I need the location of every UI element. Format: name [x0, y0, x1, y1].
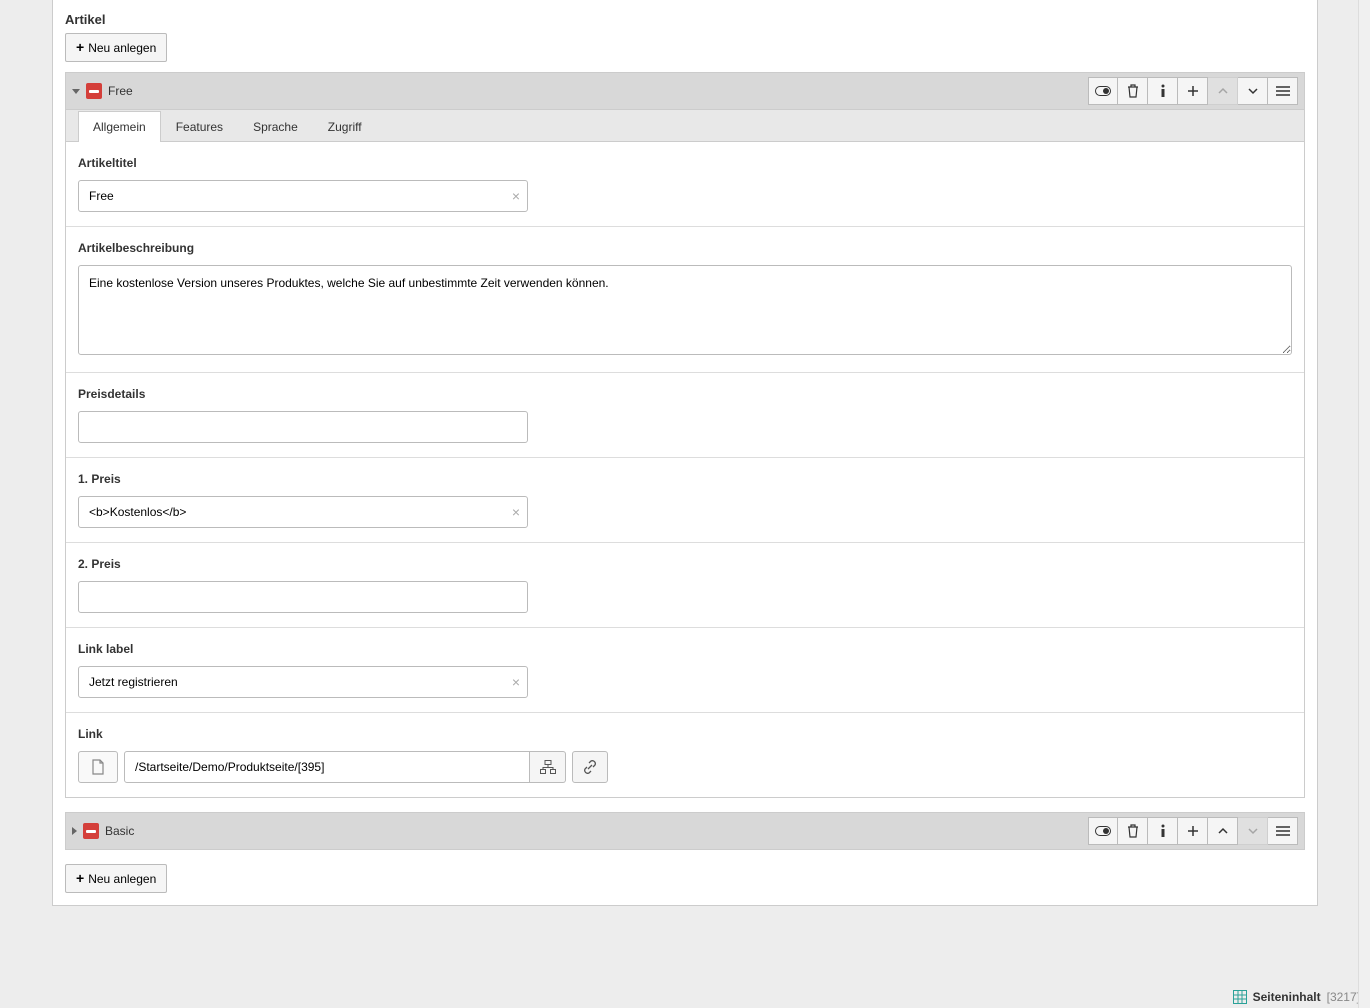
info-icon: [1160, 84, 1166, 98]
new-button-label: Neu anlegen: [88, 41, 156, 55]
plus-icon: [1187, 85, 1199, 97]
chevron-up-icon: [1218, 827, 1228, 835]
input-link[interactable]: [124, 751, 530, 783]
grid-icon: [1233, 990, 1247, 1004]
clear-icon[interactable]: ×: [512, 504, 520, 520]
link-external-button[interactable]: [572, 751, 608, 783]
input-price1[interactable]: [78, 496, 528, 528]
field-link-label: Link label ×: [66, 628, 1304, 713]
sitemap-icon: [540, 760, 556, 774]
new-article-button-top[interactable]: Neu anlegen: [65, 33, 167, 62]
footer-bar: Seiteninhalt [3217]: [1223, 986, 1370, 1008]
field-title: Artikeltitel ×: [66, 142, 1304, 227]
chevron-up-icon: [1218, 87, 1228, 95]
label-link-label: Link label: [78, 642, 1292, 656]
link-icon: [583, 760, 597, 774]
tab-features[interactable]: Features: [161, 111, 238, 142]
plus-icon: [76, 871, 84, 886]
tab-general[interactable]: Allgemein: [78, 111, 161, 142]
module-badge-icon: [86, 83, 102, 99]
menu-icon: [1276, 86, 1290, 96]
menu-button[interactable]: [1268, 817, 1298, 845]
delete-button[interactable]: [1118, 817, 1148, 845]
label-price1: 1. Preis: [78, 472, 1292, 486]
menu-button[interactable]: [1268, 77, 1298, 105]
move-down-button[interactable]: [1238, 77, 1268, 105]
footer-id: [3217]: [1327, 990, 1360, 1004]
panel-title: Basic: [105, 824, 134, 838]
field-price2: 2. Preis: [66, 543, 1304, 628]
toggle-visibility-button[interactable]: [1088, 817, 1118, 845]
footer-label: Seiteninhalt: [1253, 990, 1321, 1004]
clear-icon[interactable]: ×: [512, 674, 520, 690]
collapse-caret-icon[interactable]: [72, 89, 80, 94]
info-button[interactable]: [1148, 77, 1178, 105]
tabs: Allgemein Features Sprache Zugriff: [66, 110, 1304, 142]
new-article-button-bottom[interactable]: Neu anlegen: [65, 864, 167, 893]
chevron-down-icon: [1248, 827, 1258, 835]
new-button-label: Neu anlegen: [88, 872, 156, 886]
label-link: Link: [78, 727, 1292, 741]
panel-actions: [1088, 817, 1298, 845]
expand-caret-icon[interactable]: [72, 827, 77, 835]
form-body: Artikeltitel × Artikelbeschreibung Preis…: [66, 142, 1304, 797]
label-title: Artikeltitel: [78, 156, 1292, 170]
panel-actions: [1088, 77, 1298, 105]
info-icon: [1160, 824, 1166, 838]
article-panel-free: Free: [65, 72, 1305, 798]
toggle-icon: [1095, 86, 1111, 96]
field-description: Artikelbeschreibung: [66, 227, 1304, 373]
menu-icon: [1276, 826, 1290, 836]
trash-icon: [1127, 84, 1139, 98]
move-up-button[interactable]: [1208, 77, 1238, 105]
move-up-button[interactable]: [1208, 817, 1238, 845]
panel-title: Free: [108, 84, 133, 98]
panel-header: Free: [66, 73, 1304, 110]
toggle-visibility-button[interactable]: [1088, 77, 1118, 105]
field-price-details: Preisdetails: [66, 373, 1304, 458]
add-button[interactable]: [1178, 817, 1208, 845]
plus-icon: [76, 40, 84, 55]
add-button[interactable]: [1178, 77, 1208, 105]
section-heading: Artikel: [65, 12, 1305, 27]
input-title[interactable]: [78, 180, 528, 212]
scrollbar[interactable]: [1358, 0, 1370, 1008]
textarea-description[interactable]: [78, 265, 1292, 355]
article-panel-basic: Basic: [65, 812, 1305, 850]
clear-icon[interactable]: ×: [512, 188, 520, 204]
label-price2: 2. Preis: [78, 557, 1292, 571]
toggle-icon: [1095, 826, 1111, 836]
input-link-label[interactable]: [78, 666, 528, 698]
tab-language[interactable]: Sprache: [238, 111, 313, 142]
link-type-indicator[interactable]: [78, 751, 118, 783]
content-area: Artikel Neu anlegen Free: [52, 0, 1318, 906]
tab-access[interactable]: Zugriff: [313, 111, 377, 142]
link-picker-button[interactable]: [530, 751, 566, 783]
move-down-button[interactable]: [1238, 817, 1268, 845]
info-button[interactable]: [1148, 817, 1178, 845]
panel-header-left: Free: [72, 83, 133, 99]
plus-icon: [1187, 825, 1199, 837]
trash-icon: [1127, 824, 1139, 838]
delete-button[interactable]: [1118, 77, 1148, 105]
panel-header: Basic: [66, 813, 1304, 849]
label-description: Artikelbeschreibung: [78, 241, 1292, 255]
field-price1: 1. Preis ×: [66, 458, 1304, 543]
field-link: Link: [66, 713, 1304, 797]
module-badge-icon: [83, 823, 99, 839]
input-price-details[interactable]: [78, 411, 528, 443]
panel-header-left: Basic: [72, 823, 134, 839]
chevron-down-icon: [1248, 87, 1258, 95]
label-price-details: Preisdetails: [78, 387, 1292, 401]
page-icon: [91, 759, 105, 775]
input-price2[interactable]: [78, 581, 528, 613]
